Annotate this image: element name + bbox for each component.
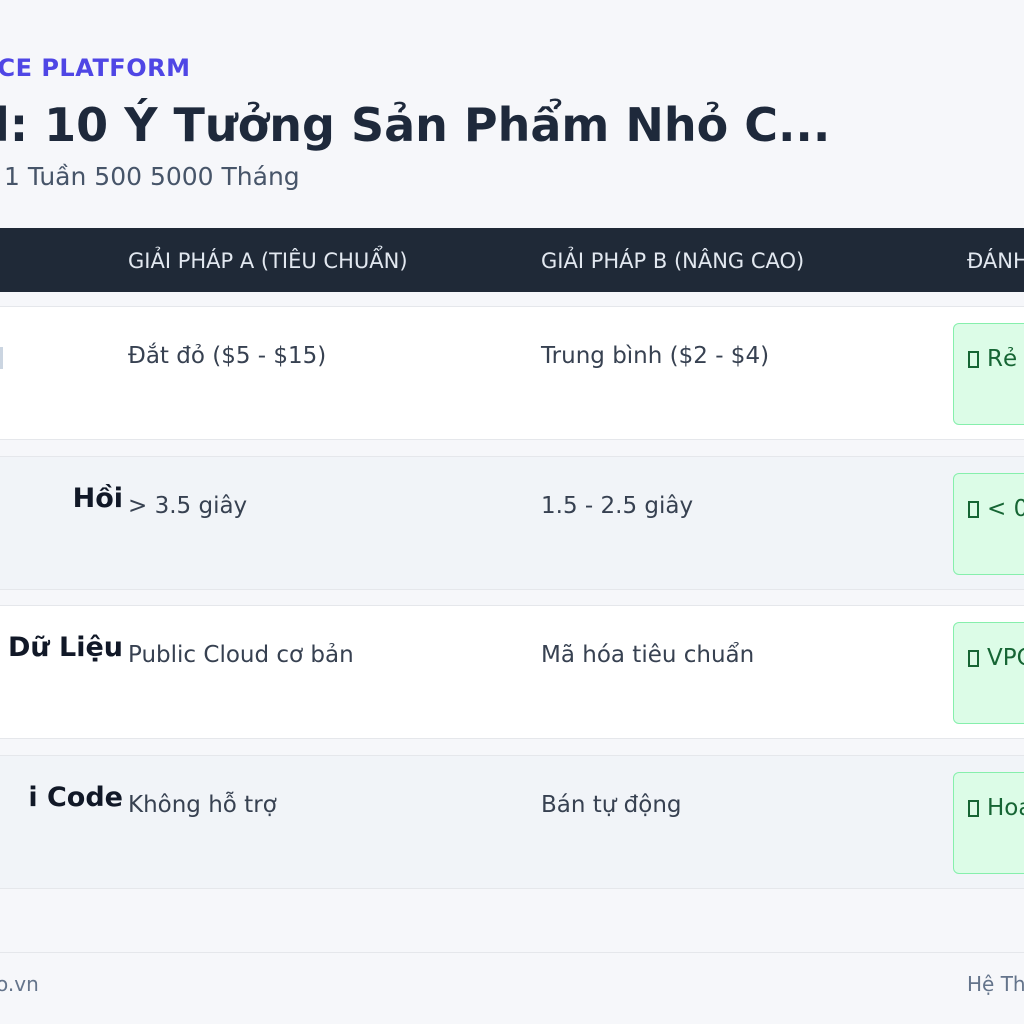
solution-a-cell: Public Cloud cơ bản <box>128 642 354 668</box>
criterion-label: Hồi <box>72 483 123 514</box>
table-row: Dữ Liệu Public Cloud cơ bản Mã hóa tiêu … <box>0 605 1024 739</box>
solution-b-cell: Trung bình ($2 - $4) <box>541 343 770 369</box>
check-icon <box>968 351 979 368</box>
platform-eyebrow: ENCE PLATFORM <box>0 54 191 82</box>
footer-system-label: Hệ Th <box>967 972 1024 996</box>
verdict-label: VPC <box>987 645 1024 671</box>
criterion-label: Dữ Liệu <box>7 632 123 663</box>
solution-b-cell: Bán tự động <box>541 792 682 818</box>
column-header-solution-b: GIẢI PHÁP B (NÂNG CAO) <box>541 249 805 273</box>
solution-a-cell: > 3.5 giây <box>128 493 248 519</box>
footer-divider <box>0 952 1024 953</box>
solution-a-cell: Không hỗ trợ <box>128 792 277 818</box>
check-icon <box>968 501 979 518</box>
table-row: i Code Không hỗ trợ Bán tự động Hoa <box>0 755 1024 889</box>
page-subtitle: 1 Tuần 500 5000 Tháng <box>4 162 300 191</box>
check-icon <box>968 650 979 667</box>
page: ENCE PLATFORM l: 10 Ý Tưởng Sản Phẩm Nhỏ… <box>0 0 1024 1024</box>
column-header-solution-a: GIẢI PHÁP A (TIÊU CHUẨN) <box>128 249 408 273</box>
solution-b-cell: 1.5 - 2.5 giây <box>541 493 694 519</box>
verdict-badge: < 0 <box>953 473 1024 575</box>
criterion-label: i Code <box>28 782 123 813</box>
solution-a-cell: Đắt đỏ ($5 - $15) <box>128 343 327 369</box>
verdict-badge: Rẻ <box>953 323 1024 425</box>
verdict-label: < 0 <box>987 496 1024 522</box>
column-header-evaluation: ĐÁNH <box>967 249 1024 273</box>
table-row: Hồi > 3.5 giây 1.5 - 2.5 giây < 0 <box>0 456 1024 590</box>
solution-b-cell: Mã hóa tiêu chuẩn <box>541 642 755 668</box>
verdict-badge: Hoa <box>953 772 1024 874</box>
comparison-table-header: GIẢI PHÁP A (TIÊU CHUẨN) GIẢI PHÁP B (NÂ… <box>0 228 1024 292</box>
footer-domain: o.vn <box>0 972 39 996</box>
row-marker <box>0 347 3 369</box>
verdict-label: Rẻ <box>987 346 1018 372</box>
check-icon <box>968 800 979 817</box>
table-row: Đắt đỏ ($5 - $15) Trung bình ($2 - $4) R… <box>0 306 1024 440</box>
page-title: l: 10 Ý Tưởng Sản Phẩm Nhỏ C... <box>0 98 831 152</box>
verdict-label: Hoa <box>987 795 1024 821</box>
verdict-badge: VPC <box>953 622 1024 724</box>
